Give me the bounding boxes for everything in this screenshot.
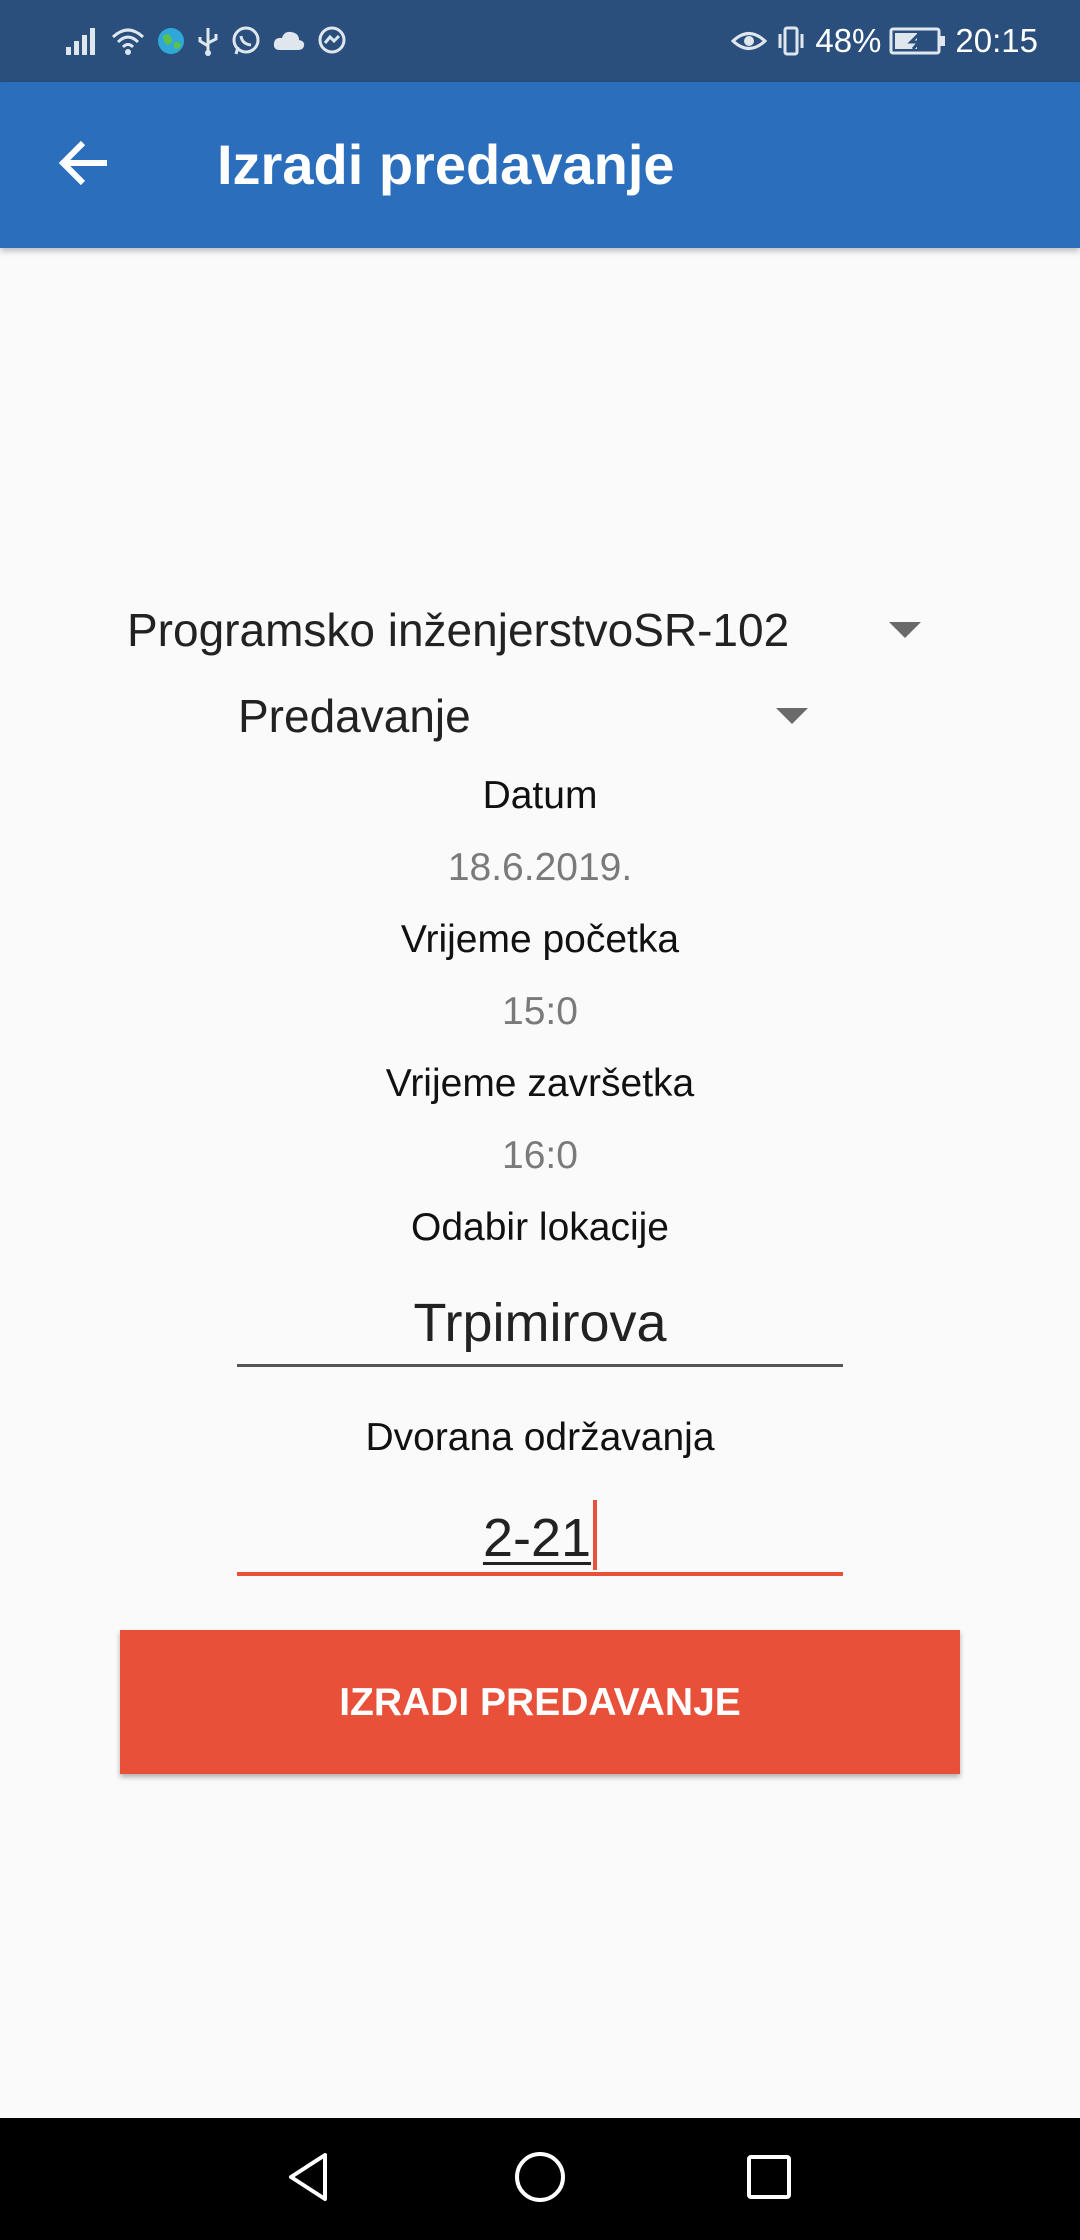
hall-field-value: 2-21 — [482, 1508, 592, 1568]
hall-label: Dvorana održavanja — [365, 1416, 715, 1459]
hall-field-underline — [237, 1572, 843, 1576]
course-spinner[interactable]: Programsko inženjerstvoSR-102 — [127, 590, 927, 670]
navigation-bar — [0, 2118, 1080, 2240]
date-value[interactable]: 18.6.2019. — [0, 846, 1080, 890]
start-time-label: Vrijeme početka — [400, 918, 680, 961]
end-time-value[interactable]: 16:0 — [0, 1134, 1080, 1178]
vibrate-icon — [775, 25, 807, 57]
battery-percent: 48% — [815, 22, 882, 59]
location-label: Odabir lokacije — [411, 1206, 669, 1249]
create-lecture-button[interactable]: IZRADI PREDAVANJE — [120, 1630, 960, 1774]
globe-icon — [156, 26, 186, 56]
end-time-label: Vrijeme završetka — [385, 1062, 695, 1105]
recents-square-icon — [741, 2149, 797, 2210]
signal-icon — [64, 25, 100, 57]
home-circle-icon — [512, 2149, 568, 2210]
app-bar: Izradi predavanje — [0, 82, 1080, 248]
clock-time: 20:15 — [955, 22, 1038, 59]
eye-icon — [731, 26, 768, 56]
whatsapp-icon — [230, 25, 262, 57]
nav-recents-button[interactable] — [728, 2138, 810, 2220]
status-icons-right: 48% 20:15 — [731, 18, 1038, 64]
status-icons-left — [64, 18, 348, 64]
hall-field[interactable]: 2-21 — [237, 1500, 843, 1570]
type-spinner[interactable]: Predavanje — [238, 676, 818, 756]
location-field[interactable]: Trpimirova — [237, 1292, 843, 1354]
back-triangle-icon — [281, 2149, 337, 2210]
cloud-icon — [272, 28, 306, 54]
course-spinner-value: Programsko inženjerstvoSR-102 — [127, 604, 790, 656]
start-time-value[interactable]: 15:0 — [0, 990, 1080, 1034]
usb-icon — [196, 25, 220, 57]
back-button[interactable] — [42, 122, 128, 208]
type-spinner-value: Predavanje — [238, 690, 471, 742]
text-cursor — [593, 1500, 598, 1570]
status-bar: 48% 20:15 — [0, 0, 1080, 82]
messenger-icon — [316, 25, 348, 57]
dropdown-arrow-icon — [776, 708, 808, 724]
arrow-back-icon — [57, 135, 113, 196]
location-field-underline — [237, 1364, 843, 1367]
dropdown-arrow-icon — [889, 622, 921, 638]
nav-home-button[interactable] — [499, 2138, 581, 2220]
date-label: Datum — [482, 774, 598, 817]
battery-icon — [889, 26, 947, 56]
nav-back-button[interactable] — [268, 2138, 350, 2220]
page-title: Izradi predavanje — [217, 133, 675, 196]
wifi-icon — [110, 25, 146, 57]
